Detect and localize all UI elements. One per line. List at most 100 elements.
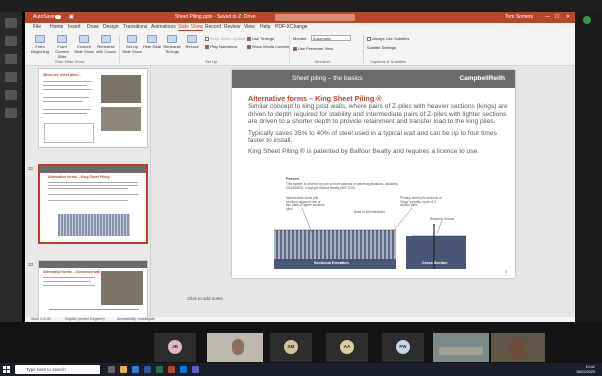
rehearse-timings-label: Rehearse Timings <box>163 44 181 54</box>
setup-label: Set Up Slide Show <box>122 44 143 54</box>
use-presenter-view-check[interactable]: Use Presenter View <box>293 46 333 51</box>
windows-taskbar: Type here to search 10:42 15/02/2023 <box>0 363 602 376</box>
record-button[interactable]: Record <box>182 35 202 53</box>
tab-transitions[interactable]: Transitions <box>123 24 147 30</box>
windows-start-icon[interactable] <box>3 366 10 373</box>
from-beginning-button[interactable]: From Beginning <box>30 35 50 54</box>
rehearse-with-coach-button[interactable]: Rehearse with Coach <box>96 35 116 54</box>
participant-video[interactable] <box>207 333 263 362</box>
slide-paragraph-3: King Sheet Piling ® is patented by Balfo… <box>248 148 480 156</box>
subtitle-settings-button[interactable]: Subtitle Settings <box>367 45 396 50</box>
teams-icon[interactable] <box>192 366 199 373</box>
tab-design[interactable]: Design <box>103 24 119 30</box>
tab-home[interactable]: Home <box>50 24 63 30</box>
show-media-controls-check[interactable]: Show Media Controls <box>247 44 290 49</box>
edge-icon[interactable] <box>132 366 139 373</box>
elevation-piles-pattern <box>274 230 396 259</box>
from-current-slide-button[interactable]: From Current Slide <box>52 35 72 59</box>
taskbar-clock[interactable]: 10:42 15/02/2023 <box>576 365 595 374</box>
always-use-subtitles-check[interactable]: Always Use Subtitles <box>367 36 409 41</box>
tab-review[interactable]: Review <box>224 24 240 30</box>
ribbon-separator <box>363 35 364 63</box>
avatar: SM <box>284 340 298 354</box>
slide-thumbnail[interactable]: When are sheet piles... <box>38 68 148 148</box>
taskbar-search-input[interactable]: Type here to search <box>15 365 100 374</box>
participant-tile[interactable]: JB <box>154 333 196 362</box>
slide-body-text[interactable]: Alternative forms – King Sheet Piling ® … <box>248 95 510 160</box>
slide-thumbnails-panel[interactable]: When are sheet piles... 22 Alternative f… <box>25 66 151 317</box>
ribbon-separator <box>119 35 120 63</box>
ribbon: From Beginning From Current Slide Custom… <box>25 32 575 66</box>
minimize-icon[interactable]: — <box>545 14 550 20</box>
participant-tile[interactable]: PW <box>382 333 424 362</box>
slide-count: Slide 3 of 25 <box>31 317 51 321</box>
thumbnail-diagram <box>44 123 94 143</box>
calendar-icon[interactable] <box>5 72 17 82</box>
slide-paragraph-1: Similar concept to king post walls, wher… <box>248 103 508 126</box>
setup-icon <box>127 35 137 43</box>
participant-video[interactable] <box>491 333 545 362</box>
file-explorer-icon[interactable] <box>120 366 127 373</box>
tab-view[interactable]: View <box>244 24 255 30</box>
tab-animations[interactable]: Animations <box>151 24 176 30</box>
monitor-select[interactable]: Automatic <box>311 35 351 41</box>
tab-record[interactable]: Record <box>205 24 221 30</box>
language-indicator[interactable]: English (United Kingdom) <box>65 317 105 321</box>
play-narrations-check[interactable]: Play Narrations <box>205 44 237 49</box>
thumbnail-title: When are sheet piles... <box>43 73 81 77</box>
keep-slides-updated-check[interactable]: Keep Slides Updated <box>205 36 248 41</box>
tab-pdf-xchange[interactable]: PDF-XChange <box>275 24 308 30</box>
use-timings-check[interactable]: Use Timings <box>247 36 274 41</box>
tab-insert[interactable]: Insert <box>68 24 81 30</box>
tab-file[interactable]: File <box>33 24 41 30</box>
participant-tile[interactable]: SM <box>270 333 312 362</box>
set-up-slide-show-button[interactable]: Set Up Slide Show <box>122 35 143 54</box>
autosave-label[interactable]: AutoSave <box>33 14 55 20</box>
outlook-icon[interactable] <box>180 366 187 373</box>
participant-video-room[interactable] <box>433 333 489 362</box>
close-icon[interactable]: ✕ <box>566 14 570 20</box>
room-video-icon <box>439 347 483 355</box>
rehearse-timings-button[interactable]: Rehearse Timings <box>162 35 182 54</box>
chat-icon[interactable] <box>5 36 17 46</box>
tab-draw[interactable]: Draw <box>87 24 99 30</box>
king-piling-figure[interactable]: Passes This system is covered by one or … <box>272 177 472 273</box>
hide-slide-label: Hide Slide <box>142 44 162 49</box>
person-video-icon <box>509 337 525 359</box>
thumbnail-photo <box>101 271 143 305</box>
participant-tile[interactable]: AA <box>326 333 368 362</box>
files-icon[interactable] <box>5 108 17 118</box>
word-icon[interactable] <box>144 366 151 373</box>
maximize-icon[interactable]: ☐ <box>555 14 559 20</box>
ppt-title-bar: AutoSave ▣ Sheet Piling.pptx - Saved to … <box>25 12 575 23</box>
use-timings-label: Use Timings <box>252 36 275 41</box>
autosave-toggle[interactable] <box>55 15 61 19</box>
thumbnail-photo <box>101 75 141 103</box>
slide-header-bar: Sheet piling – the basics CampbellReith <box>232 70 515 88</box>
presenter-view-label: Use Presenter View <box>298 46 334 51</box>
teams-side-strip <box>575 12 602 322</box>
save-icon[interactable]: ▣ <box>69 14 74 20</box>
notes-pane[interactable]: Click to add notes <box>151 296 575 306</box>
excel-icon[interactable] <box>156 366 163 373</box>
slide-thumbnail-selected[interactable]: Alternative forms – King Sheet Piling <box>38 164 148 244</box>
custom-slide-show-button[interactable]: Custom Slide Show <box>74 35 94 54</box>
slide-thumbnail[interactable]: Alternative forms – Combined wall <box>38 260 148 317</box>
calls-icon[interactable] <box>5 90 17 100</box>
tab-slide-show[interactable]: Slide Show <box>178 24 204 31</box>
from-beginning-label: From Beginning <box>31 44 49 54</box>
task-view-icon[interactable] <box>108 366 115 373</box>
accessibility-indicator[interactable]: Accessibility: Investigate <box>117 317 155 321</box>
keep-updated-label: Keep Slides Updated <box>210 36 248 41</box>
powerpoint-icon[interactable] <box>168 366 175 373</box>
teams-icon[interactable] <box>5 54 17 64</box>
teams-app-rail <box>0 12 22 322</box>
search-box[interactable] <box>275 14 355 21</box>
hide-slide-button[interactable]: Hide Slide <box>142 35 162 53</box>
group-captions: Captions & Subtitles <box>370 59 407 64</box>
label-cross-section: Cross Section <box>422 261 448 265</box>
presence-icon[interactable] <box>583 16 591 24</box>
tab-help[interactable]: Help <box>260 24 270 30</box>
activity-icon[interactable] <box>5 18 17 28</box>
current-slide[interactable]: Sheet piling – the basics CampbellReith … <box>232 70 515 278</box>
